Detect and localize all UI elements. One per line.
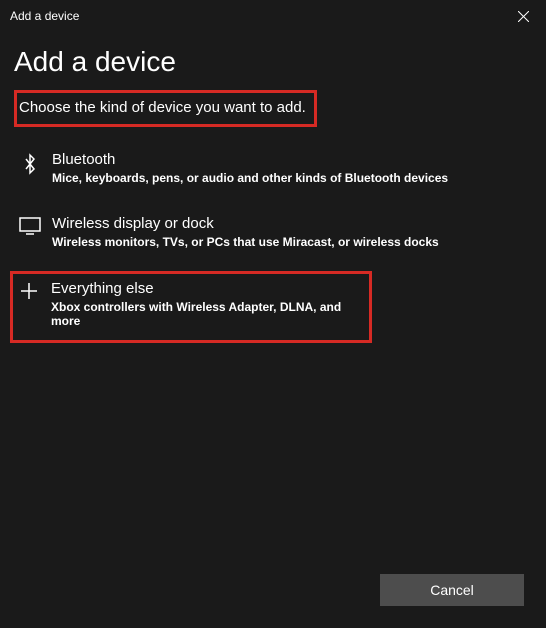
dialog-footer: Cancel xyxy=(380,574,524,606)
option-title: Everything else xyxy=(51,280,367,297)
subheading: Choose the kind of device you want to ad… xyxy=(19,99,306,116)
option-everything-else[interactable]: Everything else Xbox controllers with Wi… xyxy=(10,271,372,343)
option-text: Wireless display or dock Wireless monito… xyxy=(44,215,439,249)
close-icon xyxy=(518,11,529,22)
option-title: Wireless display or dock xyxy=(52,215,439,232)
option-desc: Mice, keyboards, pens, or audio and othe… xyxy=(52,171,448,185)
option-bluetooth[interactable]: Bluetooth Mice, keyboards, pens, or audi… xyxy=(14,143,532,193)
option-desc: Wireless monitors, TVs, or PCs that use … xyxy=(52,235,439,249)
subheading-highlight: Choose the kind of device you want to ad… xyxy=(14,90,317,127)
titlebar: Add a device xyxy=(0,0,546,32)
option-text: Everything else Xbox controllers with Wi… xyxy=(43,280,367,328)
plus-icon xyxy=(15,280,43,300)
window-title: Add a device xyxy=(10,9,79,23)
page-title: Add a device xyxy=(14,46,532,78)
cancel-button[interactable]: Cancel xyxy=(380,574,524,606)
monitor-icon xyxy=(16,215,44,235)
option-desc: Xbox controllers with Wireless Adapter, … xyxy=(51,300,367,328)
close-button[interactable] xyxy=(500,0,546,32)
bluetooth-icon xyxy=(16,151,44,175)
option-wireless-display[interactable]: Wireless display or dock Wireless monito… xyxy=(14,207,532,257)
dialog-content: Add a device Choose the kind of device y… xyxy=(0,32,546,343)
option-text: Bluetooth Mice, keyboards, pens, or audi… xyxy=(44,151,448,185)
option-title: Bluetooth xyxy=(52,151,448,168)
